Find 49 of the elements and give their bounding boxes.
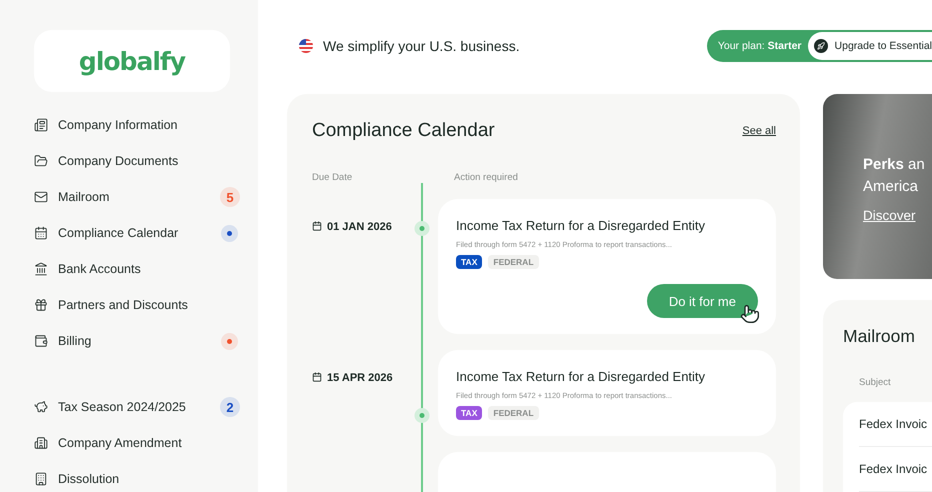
panel-title: Compliance Calendar	[312, 120, 495, 142]
gift-icon[interactable]	[34, 298, 48, 312]
due-date: 15 APR 2026	[327, 372, 393, 384]
nav-item[interactable]: Mailroom	[58, 190, 210, 204]
column-header: Subject	[859, 377, 892, 388]
calendar-icon	[312, 372, 322, 382]
calendar-icon	[312, 221, 322, 231]
mail-icon[interactable]	[34, 190, 48, 204]
pointer-icon	[740, 304, 760, 326]
nav-item[interactable]: Company Information	[58, 118, 234, 132]
bank-icon[interactable]	[34, 262, 48, 276]
mail-subject[interactable]: Fedex Invoic	[859, 447, 932, 492]
column-header: Due Date	[312, 172, 354, 183]
calendar-icon[interactable]	[34, 226, 48, 240]
nav-item[interactable]: Billing	[58, 334, 211, 348]
rocket-icon	[814, 38, 828, 52]
tag: TAX	[456, 255, 482, 269]
tag: TAX	[456, 406, 482, 420]
nav-item[interactable]: Company Documents	[58, 154, 234, 168]
timeline-node	[414, 221, 430, 236]
tag: FEDERAL	[488, 406, 539, 420]
tag: FEDERAL	[488, 255, 539, 269]
building-icon[interactable]	[34, 472, 48, 486]
nav-item[interactable]: Compliance Calendar	[58, 226, 211, 240]
see-all-link[interactable]: See all	[742, 125, 776, 137]
tagline: We simplify your U.S. business.	[323, 38, 520, 54]
nav-item[interactable]: Dissolution	[58, 472, 234, 486]
nav-item[interactable]: Company Amendment	[58, 436, 234, 450]
mail-subject[interactable]: Fedex Invoic	[859, 402, 932, 447]
panel-title: Mailroom	[843, 326, 916, 347]
flag-icon	[299, 38, 313, 52]
promo-text: America	[863, 177, 920, 197]
discover-link[interactable]: Discover	[863, 208, 916, 223]
count-badge: 2	[220, 397, 240, 417]
nav-item[interactable]: Tax Season 2024/2025	[58, 400, 210, 414]
plan-label: Your plan: Starter	[718, 40, 802, 52]
count-badge: 5	[220, 187, 240, 207]
timeline-node	[414, 408, 430, 423]
wallet-icon[interactable]	[34, 334, 48, 348]
task-title: Income Tax Return for a Disregarded Entity	[456, 369, 706, 384]
promo-text: Perks an	[863, 155, 926, 175]
upgrade-button[interactable]: Upgrade to Essential	[808, 32, 932, 60]
nav-item[interactable]: Partners and Discounts	[58, 298, 234, 312]
due-date: 01 JAN 2026	[327, 221, 392, 233]
nav-item[interactable]: Bank Accounts	[58, 262, 234, 276]
folder-icon[interactable]	[34, 154, 48, 168]
task-title: Income Tax Return for a Disregarded Entity	[456, 218, 706, 233]
building-icon[interactable]	[34, 436, 48, 450]
column-header: Action required	[454, 172, 519, 183]
